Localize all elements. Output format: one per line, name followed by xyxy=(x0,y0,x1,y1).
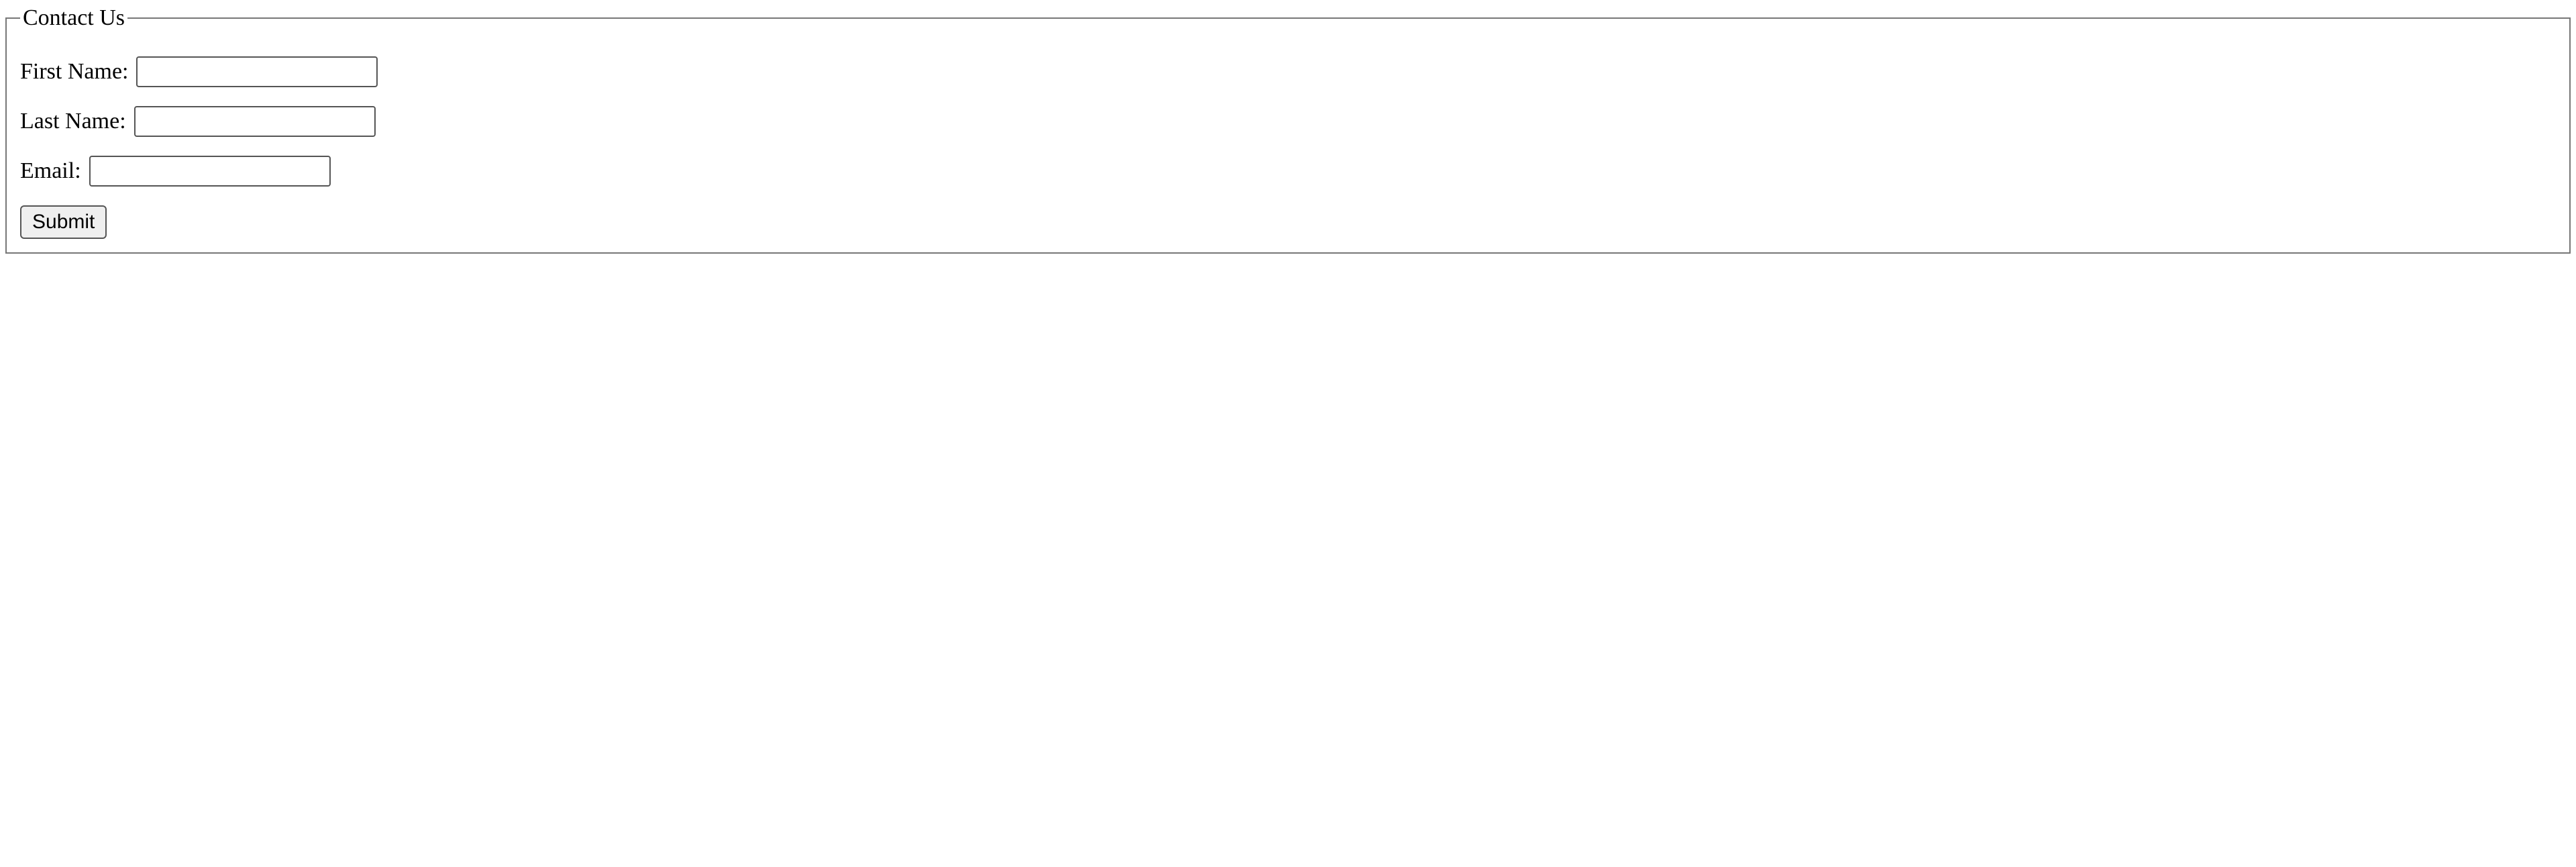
first-name-input[interactable] xyxy=(136,56,378,87)
email-label: Email: xyxy=(20,158,81,184)
first-name-row: First Name: xyxy=(20,56,2556,87)
email-input[interactable] xyxy=(89,156,331,187)
last-name-row: Last Name: xyxy=(20,106,2556,137)
submit-row: Submit xyxy=(20,205,2556,239)
contact-form: Contact Us First Name: Last Name: Email:… xyxy=(5,5,2571,254)
last-name-label: Last Name: xyxy=(20,109,126,134)
email-row: Email: xyxy=(20,156,2556,187)
form-legend: Contact Us xyxy=(20,5,127,31)
contact-fieldset: Contact Us First Name: Last Name: Email:… xyxy=(5,5,2571,254)
last-name-input[interactable] xyxy=(134,106,376,137)
first-name-label: First Name: xyxy=(20,59,128,85)
submit-button[interactable]: Submit xyxy=(20,205,107,239)
